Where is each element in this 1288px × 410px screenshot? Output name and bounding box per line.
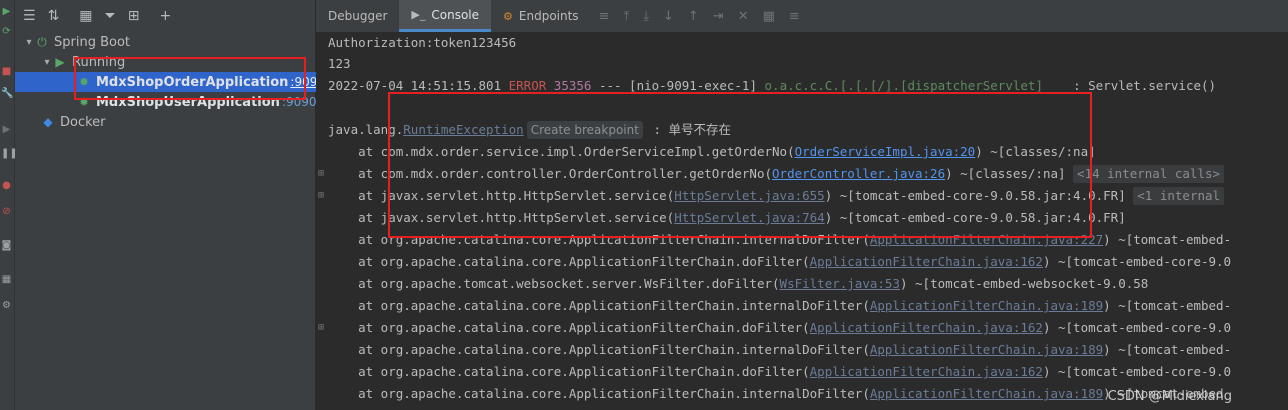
tab-label: Console [431, 7, 480, 22]
tab-label: Debugger [328, 9, 388, 23]
tab-console[interactable]: ▶_ Console [399, 0, 492, 32]
evaluate-icon[interactable]: ✕ [738, 9, 749, 24]
endpoints-icon: ⚙ [503, 9, 513, 23]
group-icon[interactable]: ▦ [79, 8, 92, 24]
console-output[interactable]: Authorization:token123456 123 2022-07-04… [316, 32, 1288, 410]
tab-endpoints[interactable]: ⚙ Endpoints [491, 0, 591, 32]
stop-icon[interactable]: ■ [1, 66, 12, 77]
console-line: at org.apache.catalina.core.ApplicationF… [328, 320, 1232, 335]
folded-calls[interactable]: <14 internal calls> [1073, 165, 1225, 183]
folded-calls[interactable]: <1 internal [1133, 187, 1225, 205]
mute-breakpoints-icon[interactable]: ⊘ [1, 206, 12, 217]
console-line: at org.apache.catalina.core.ApplicationF… [328, 342, 1232, 357]
step-out-icon[interactable]: ↑ [688, 9, 699, 24]
expand-all-icon[interactable]: ☰ [23, 8, 36, 24]
layout-icon[interactable]: ▦ [1, 274, 12, 285]
highlight-box [74, 57, 306, 100]
step-into-icon[interactable]: ↓ [663, 9, 674, 24]
source-link[interactable]: ApplicationFilterChain.java:189 [870, 342, 1103, 357]
step-over-icon[interactable]: ⤓ [643, 9, 649, 24]
more-icon[interactable]: ≡ [789, 9, 800, 24]
settings-icon[interactable]: ⚙ [1, 300, 12, 311]
expand-icon[interactable]: ⊞ [318, 322, 328, 333]
run-icon[interactable]: ▶ [1, 6, 12, 17]
console-line: Authorization:token123456 [328, 35, 517, 50]
debug-step-toolbar: ≡ ⤒ ⤓ ↓ ↑ ⇥ ✕ ▦ ≡ [599, 9, 800, 24]
console-icon: ▶_ [411, 8, 426, 21]
rerun-icon[interactable]: ⟳ [1, 26, 12, 37]
pause-icon[interactable]: ❚❚ [1, 148, 18, 159]
watermark: CSDN @Midiexiang [1107, 389, 1232, 404]
console-line: at org.apache.tomcat.websocket.server.Ws… [328, 276, 1149, 291]
show-execution-point-icon[interactable]: ⤒ [623, 9, 629, 24]
docker-icon: ◆ [43, 115, 53, 129]
new-tab-icon[interactable]: ⊞ [128, 8, 140, 24]
console-line: at org.apache.catalina.core.ApplicationF… [328, 254, 1232, 269]
menu-icon[interactable]: ≡ [599, 9, 610, 24]
console-line: at org.apache.catalina.core.ApplicationF… [328, 386, 1224, 401]
console-line: at org.apache.catalina.core.ApplicationF… [328, 298, 1232, 313]
chevron-down-icon[interactable]: ▾ [41, 57, 53, 68]
source-link[interactable]: WsFilter.java:53 [780, 276, 900, 291]
source-link[interactable]: ApplicationFilterChain.java:162 [810, 364, 1043, 379]
source-link[interactable]: ApplicationFilterChain.java:162 [810, 254, 1043, 269]
tab-label: Endpoints [518, 9, 579, 23]
breakpoints-icon[interactable]: ● [1, 180, 12, 191]
camera-icon[interactable]: ◙ [1, 240, 12, 251]
console-scrollbar[interactable] [1280, 32, 1288, 410]
console-line: at org.apache.catalina.core.ApplicationF… [328, 364, 1232, 379]
collapse-all-icon[interactable]: ⇅ [48, 8, 60, 24]
frames-icon[interactable]: ▦ [763, 9, 775, 24]
services-panel: ☰ ⇅ ▦ ⏷ ⊞ + ▾ ⏻ Spring Boot ▾ ▶ Running … [15, 0, 377, 410]
tree-item-docker[interactable]: ◆ Docker [15, 112, 341, 132]
run-to-cursor-icon[interactable]: ⇥ [713, 9, 724, 24]
left-tool-strip: ▶ ⟳ ■ 🔧 ▶ ❚❚ ● ⊘ ◙ ▦ ⚙ [0, 0, 18, 410]
wrench-icon[interactable]: 🔧 [1, 88, 13, 99]
debug-tabs-bar: Debugger ▶_ Console ⚙ Endpoints ≡ ⤒ ⤓ ↓ … [316, 0, 1288, 32]
run-icon: ▶ [55, 55, 65, 69]
highlight-box [388, 92, 1092, 238]
source-link[interactable]: ApplicationFilterChain.java:189 [870, 298, 1103, 313]
add-icon[interactable]: + [159, 8, 171, 24]
expand-icon[interactable]: ⊞ [318, 168, 328, 179]
tree-label: Spring Boot [54, 34, 131, 50]
spring-boot-icon: ⏻ [37, 34, 47, 49]
source-link[interactable]: ApplicationFilterChain.java:162 [810, 320, 1043, 335]
filter-icon[interactable]: ⏷ [105, 8, 116, 24]
source-link[interactable]: ApplicationFilterChain.java:189 [870, 386, 1103, 401]
console-line: 123 [328, 56, 351, 71]
tab-debugger[interactable]: Debugger [316, 0, 399, 32]
expand-icon[interactable]: ⊞ [318, 190, 328, 201]
resume-icon[interactable]: ▶ [1, 124, 12, 135]
services-toolbar: ☰ ⇅ ▦ ⏷ ⊞ + [15, 0, 315, 32]
tree-label: Docker [60, 114, 106, 130]
tree-item-spring-boot[interactable]: ▾ ⏻ Spring Boot [15, 32, 323, 52]
chevron-down-icon[interactable]: ▾ [23, 37, 35, 48]
